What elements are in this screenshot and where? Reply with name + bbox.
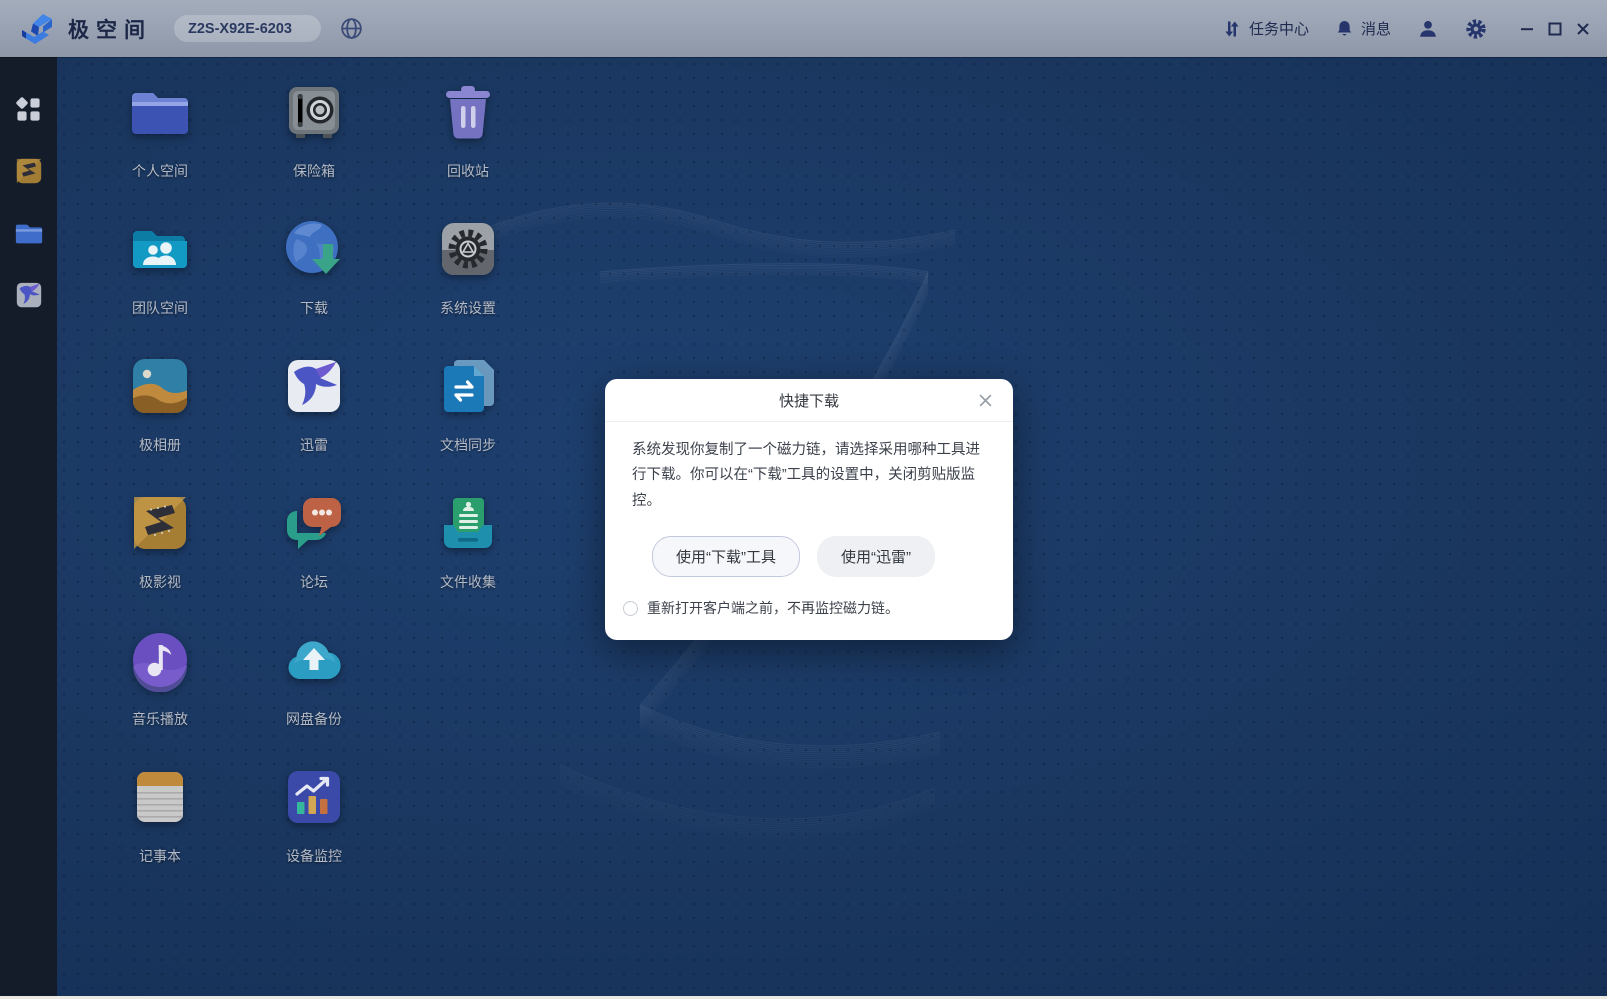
app-xunlei[interactable]: 迅雷 <box>237 349 391 486</box>
app-notepad[interactable]: 记事本 <box>83 760 237 897</box>
landscape-photo-icon <box>128 354 192 418</box>
filmstrip-z-icon <box>128 491 192 555</box>
app-safe-box[interactable]: 保险箱 <box>237 75 391 212</box>
cloud-upload-icon <box>282 628 346 692</box>
app-label: 回收站 <box>447 161 489 181</box>
quick-download-dialog: 快捷下载 系统发现你复制了一个磁力链，请选择采用哪种工具进行下载。你可以在“下载… <box>605 379 1013 640</box>
app-label: 团队空间 <box>132 298 188 318</box>
app-label: 论坛 <box>300 572 328 592</box>
device-selector[interactable]: Z2S-X92E-6203 <box>174 15 321 42</box>
music-note-icon <box>128 628 192 692</box>
stop-monitoring-radio[interactable] <box>623 601 638 616</box>
close-icon <box>978 393 993 408</box>
xunlei-bird-icon <box>282 354 346 418</box>
app-download[interactable]: 下载 <box>237 212 391 349</box>
messages-button[interactable]: 消息 <box>1335 18 1391 39</box>
use-download-tool-button[interactable]: 使用“下载”工具 <box>652 536 800 577</box>
grid-apps-icon <box>15 96 42 123</box>
app-grid: 个人空间 保险箱 回收站 团队空间 下载 系统设置 极相册 迅雷 <box>83 75 545 897</box>
app-label: 个人空间 <box>132 161 188 181</box>
app-label: 文档同步 <box>440 435 496 455</box>
app-label: 迅雷 <box>300 435 328 455</box>
movie-app-icon <box>14 156 44 186</box>
user-icon <box>1417 18 1439 40</box>
gear-icon <box>436 217 500 281</box>
app-row: 极相册 迅雷 文档同步 <box>83 349 545 486</box>
app-cloud-backup[interactable]: 网盘备份 <box>237 623 391 760</box>
app-movie[interactable]: 极影视 <box>83 486 237 623</box>
dialog-checkbox-row: 重新打开客户端之前，不再监控磁力链。 <box>605 577 1013 640</box>
app-label: 音乐播放 <box>132 709 188 729</box>
sidebar-item-xunlei[interactable] <box>11 277 47 313</box>
app-forum[interactable]: 论坛 <box>237 486 391 623</box>
titlebar-right: 任务中心 消息 <box>1222 9 1607 49</box>
use-xunlei-button[interactable]: 使用“迅雷” <box>817 536 935 577</box>
globe-icon <box>339 16 364 41</box>
sidebar-item-apps[interactable] <box>11 91 47 127</box>
app-label: 网盘备份 <box>286 709 342 729</box>
app-file-collect[interactable]: 文件收集 <box>391 486 545 623</box>
app-label: 下载 <box>300 298 328 318</box>
dialog-buttons: 使用“下载”工具 使用“迅雷” <box>605 514 1013 577</box>
app-system-settings[interactable]: 系统设置 <box>391 212 545 349</box>
app-label: 系统设置 <box>440 298 496 318</box>
globe-download-icon <box>282 217 346 281</box>
sidebar-item-movie[interactable] <box>11 153 47 189</box>
dialog-header: 快捷下载 <box>605 379 1013 422</box>
app-row: 团队空间 下载 系统设置 <box>83 212 545 349</box>
app-personal-space[interactable]: 个人空间 <box>83 75 237 212</box>
dialog-title: 快捷下载 <box>779 390 839 411</box>
app-label: 极影视 <box>139 572 181 592</box>
app-label: 极相册 <box>139 435 181 455</box>
notepad-icon <box>128 765 192 829</box>
sidebar-item-files[interactable] <box>11 215 47 251</box>
team-folder-icon <box>128 217 192 281</box>
app-team-space[interactable]: 团队空间 <box>83 212 237 349</box>
window-controls <box>1513 9 1597 49</box>
app-label: 文件收集 <box>440 572 496 592</box>
gear-icon <box>1465 18 1487 40</box>
zspace-window: 极空间 Z2S-X92E-6203 <box>0 0 1607 999</box>
document-sync-icon <box>436 354 500 418</box>
close-button[interactable] <box>1569 9 1597 49</box>
folder-icon <box>14 218 44 248</box>
app-row: 极影视 论坛 文件收集 <box>83 486 545 623</box>
task-center-label: 任务中心 <box>1249 18 1309 39</box>
app-doc-sync[interactable]: 文档同步 <box>391 349 545 486</box>
app-device-monitor[interactable]: 设备监控 <box>237 760 391 897</box>
globe-button[interactable] <box>339 16 364 41</box>
device-name: Z2S-X92E-6203 <box>188 21 292 37</box>
zspace-logo-icon <box>20 12 54 46</box>
titlebar: 极空间 Z2S-X92E-6203 <box>0 0 1607 57</box>
minimize-button[interactable] <box>1513 9 1541 49</box>
folder-icon <box>128 80 192 144</box>
app-label: 设备监控 <box>286 846 342 866</box>
app-row: 音乐播放 网盘备份 <box>83 623 545 760</box>
stop-monitoring-label: 重新打开客户端之前，不再监控磁力链。 <box>647 598 899 618</box>
sidebar <box>0 57 57 996</box>
safe-icon <box>282 80 346 144</box>
app-row: 记事本 设备监控 <box>83 760 545 897</box>
brand-title: 极空间 <box>68 14 152 44</box>
app-music-player[interactable]: 音乐播放 <box>83 623 237 760</box>
trash-icon <box>436 80 500 144</box>
xunlei-icon <box>14 280 44 310</box>
messages-label: 消息 <box>1361 18 1391 39</box>
bell-icon <box>1335 19 1354 38</box>
app-label: 记事本 <box>139 846 181 866</box>
app-recycle-bin[interactable]: 回收站 <box>391 75 545 212</box>
maximize-button[interactable] <box>1541 9 1569 49</box>
chart-monitor-icon <box>282 765 346 829</box>
settings-button[interactable] <box>1465 18 1487 40</box>
transfer-arrows-icon <box>1222 19 1242 39</box>
document-tray-icon <box>436 491 500 555</box>
app-row: 个人空间 保险箱 回收站 <box>83 75 545 212</box>
app-label: 保险箱 <box>293 161 335 181</box>
app-photo-album[interactable]: 极相册 <box>83 349 237 486</box>
user-button[interactable] <box>1417 18 1439 40</box>
chat-bubbles-icon <box>282 491 346 555</box>
task-center-button[interactable]: 任务中心 <box>1222 18 1309 39</box>
dialog-close-button[interactable] <box>974 379 997 422</box>
dialog-body-text: 系统发现你复制了一个磁力链，请选择采用哪种工具进行下载。你可以在“下载”工具的设… <box>605 422 1013 514</box>
